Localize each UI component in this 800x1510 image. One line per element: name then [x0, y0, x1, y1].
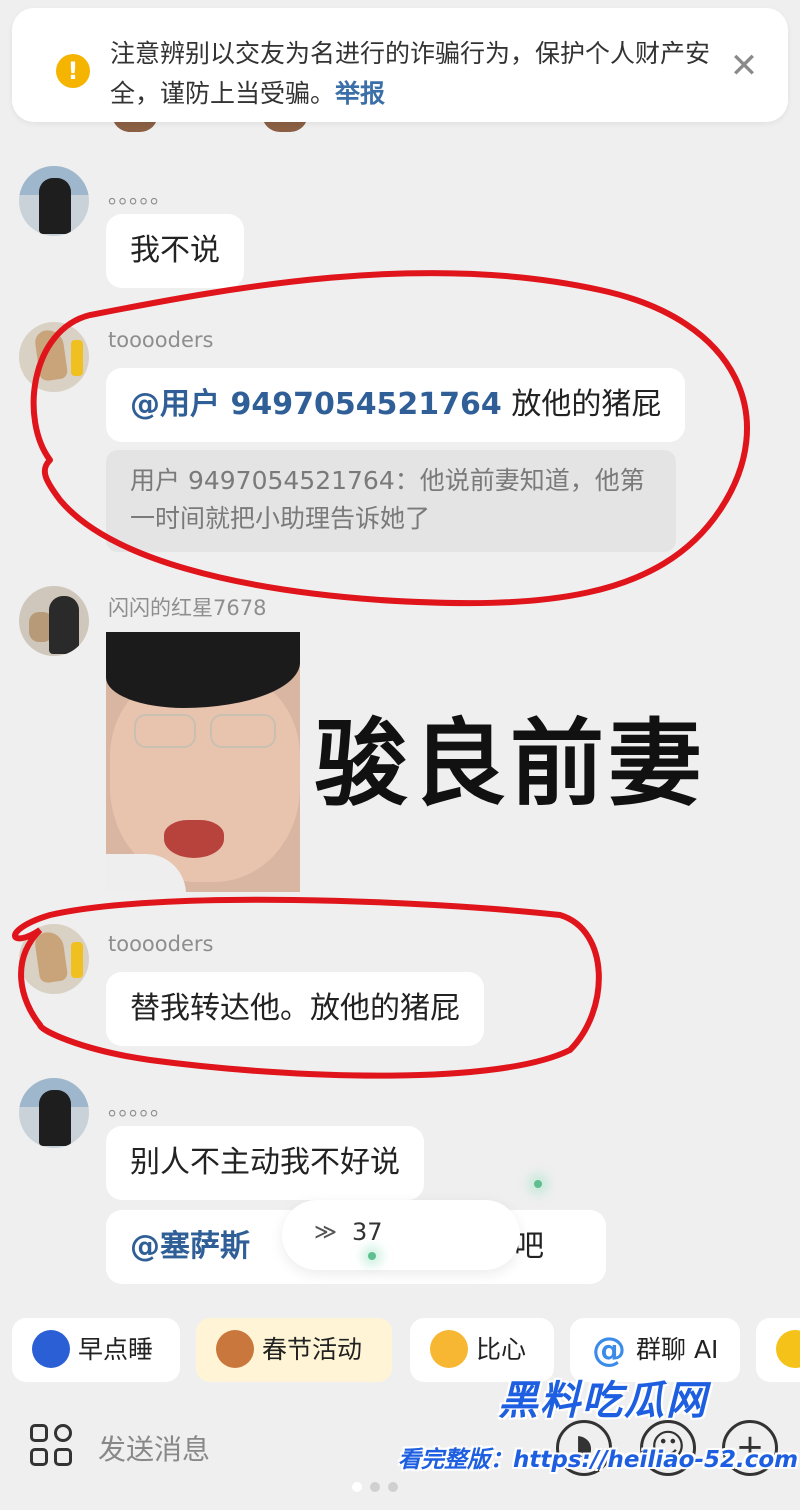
sender-name: tooooders — [108, 932, 214, 956]
quick-action-chip[interactable]: 春节活动 — [196, 1318, 392, 1382]
chip-label: 比心 — [476, 1335, 527, 1364]
message-bubble[interactable]: 我不说 — [106, 214, 244, 288]
quoted-message[interactable]: 用户 9497054521764：他说前妻知道，他第一时间就把小助理告诉她了 — [106, 450, 676, 552]
watermark-url: 看完整版：https://heiliao-52.com — [398, 1447, 799, 1473]
quick-action-chip[interactable] — [756, 1318, 800, 1382]
sender-name: 。。。。。 — [108, 1096, 171, 1120]
mouth — [164, 820, 224, 858]
meme-photo[interactable] — [106, 632, 300, 892]
apps-grid-icon[interactable] — [30, 1424, 76, 1470]
avatar[interactable] — [19, 586, 89, 656]
warning-icon: ! — [56, 54, 90, 88]
glasses-lens — [210, 714, 276, 748]
fraud-warning-banner: ! 注意辨别以交友为名进行的诈骗行为，保护个人财产安全，谨防上当受骗。举报 ✕ — [12, 8, 788, 122]
page-indicator-dot — [388, 1482, 398, 1492]
mention-link[interactable]: @用户 9497054521764 — [130, 387, 502, 422]
glow-dot — [368, 1252, 376, 1260]
avatar[interactable] — [19, 166, 89, 236]
glasses-lens — [134, 714, 196, 748]
moon-icon — [32, 1330, 70, 1368]
chip-label: 群聊 AI — [636, 1335, 719, 1364]
page-indicator-dot — [370, 1482, 380, 1492]
message-bubble[interactable]: 别人不主动我不好说 — [106, 1126, 424, 1200]
sender-name: 。。。。。 — [108, 184, 171, 208]
mention-link[interactable]: @塞萨斯 — [130, 1229, 250, 1264]
watermark-logo: 黑料吃瓜网 — [498, 1378, 708, 1424]
chat-area: …… ! 注意辨别以交友为名进行的诈骗行为，保护个人财产安全，谨防上当受骗。举报… — [0, 0, 800, 1300]
avatar[interactable] — [19, 1078, 89, 1148]
report-link[interactable]: 举报 — [335, 79, 385, 108]
chip-label: 春节活动 — [262, 1335, 363, 1364]
message-input[interactable]: 发送消息 — [98, 1428, 210, 1468]
emoji-icon — [776, 1330, 800, 1368]
page-indicator-dot — [352, 1482, 362, 1492]
sender-name: 闪闪的红星7678 — [108, 596, 267, 620]
new-messages-pill[interactable]: ≫ 37 — [282, 1200, 520, 1270]
sender-name: tooooders — [108, 328, 214, 352]
heart-hands-icon — [430, 1330, 468, 1368]
bear-icon — [216, 1330, 254, 1368]
warning-text: 注意辨别以交友为名进行的诈骗行为，保护个人财产安全，谨防上当受骗。举报 — [110, 39, 711, 108]
message-text: 放他的猪屁 — [501, 387, 662, 422]
message-bubble[interactable]: 替我转达他。放他的猪屁 — [106, 972, 484, 1046]
avatar[interactable] — [19, 924, 89, 994]
quick-action-chip[interactable]: 早点睡 — [12, 1318, 180, 1382]
new-message-count: 37 — [352, 1218, 383, 1246]
message-bubble[interactable]: @用户 9497054521764 放他的猪屁 — [106, 368, 686, 442]
close-icon[interactable]: ✕ — [724, 46, 764, 86]
glow-dot — [534, 1180, 542, 1188]
avatar[interactable] — [19, 322, 89, 392]
meme-caption: 骏良前妻 — [314, 710, 707, 819]
double-chevron-down-icon: ≫ — [314, 1220, 338, 1245]
chip-label: 早点睡 — [78, 1335, 154, 1364]
